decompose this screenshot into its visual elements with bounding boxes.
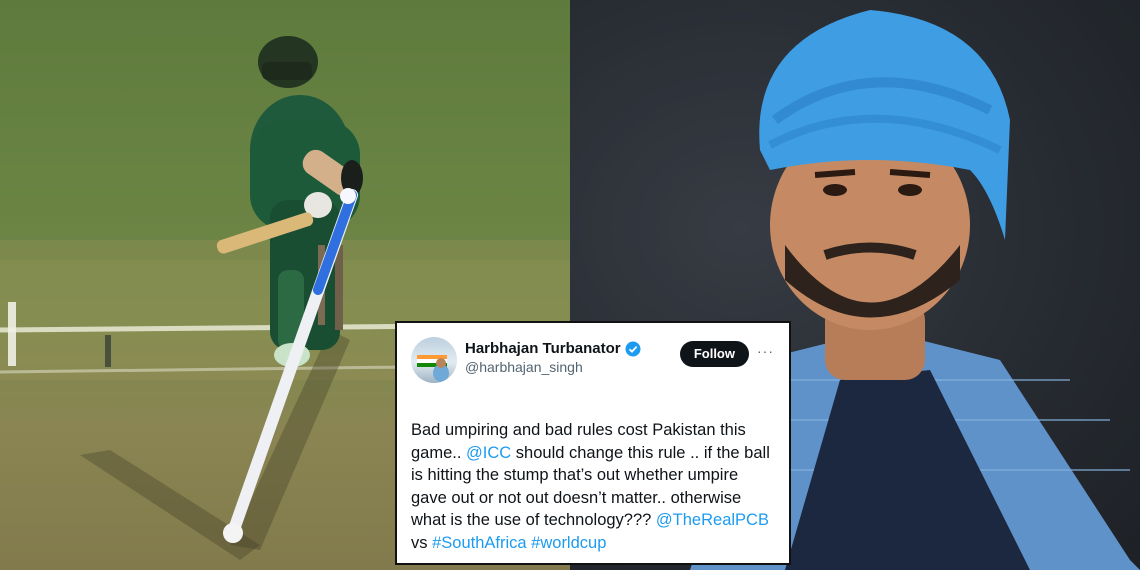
hashtag-worldcup-link[interactable]: #worldcup bbox=[531, 534, 606, 552]
mention-icc-link[interactable]: @ICC bbox=[466, 444, 511, 462]
author-info: Harbhajan Turbanator @harbhajan_singh bbox=[465, 340, 680, 375]
follow-button[interactable]: Follow bbox=[679, 341, 749, 367]
tweet-text-segment: vs bbox=[411, 533, 433, 552]
verified-badge-icon bbox=[625, 341, 641, 357]
tweet-text: Bad umpiring and bad rules cost Pakistan… bbox=[411, 419, 775, 554]
name-row: Harbhajan Turbanator bbox=[465, 340, 680, 357]
mention-therealpcb-link[interactable]: @TheRealPCB bbox=[656, 511, 769, 529]
display-name[interactable]: Harbhajan Turbanator bbox=[465, 340, 621, 357]
more-options-icon[interactable]: ··· bbox=[757, 343, 775, 359]
hashtag-southafrica-link[interactable]: #SouthAfrica bbox=[432, 534, 526, 552]
avatar-image bbox=[417, 355, 449, 382]
avatar[interactable] bbox=[411, 337, 457, 383]
tweet-header: Harbhajan Turbanator @harbhajan_singh Fo… bbox=[411, 337, 775, 385]
composite-image: Harbhajan Turbanator @harbhajan_singh Fo… bbox=[0, 0, 1140, 570]
handle[interactable]: @harbhajan_singh bbox=[465, 359, 680, 375]
tweet-card: Harbhajan Turbanator @harbhajan_singh Fo… bbox=[395, 321, 791, 565]
